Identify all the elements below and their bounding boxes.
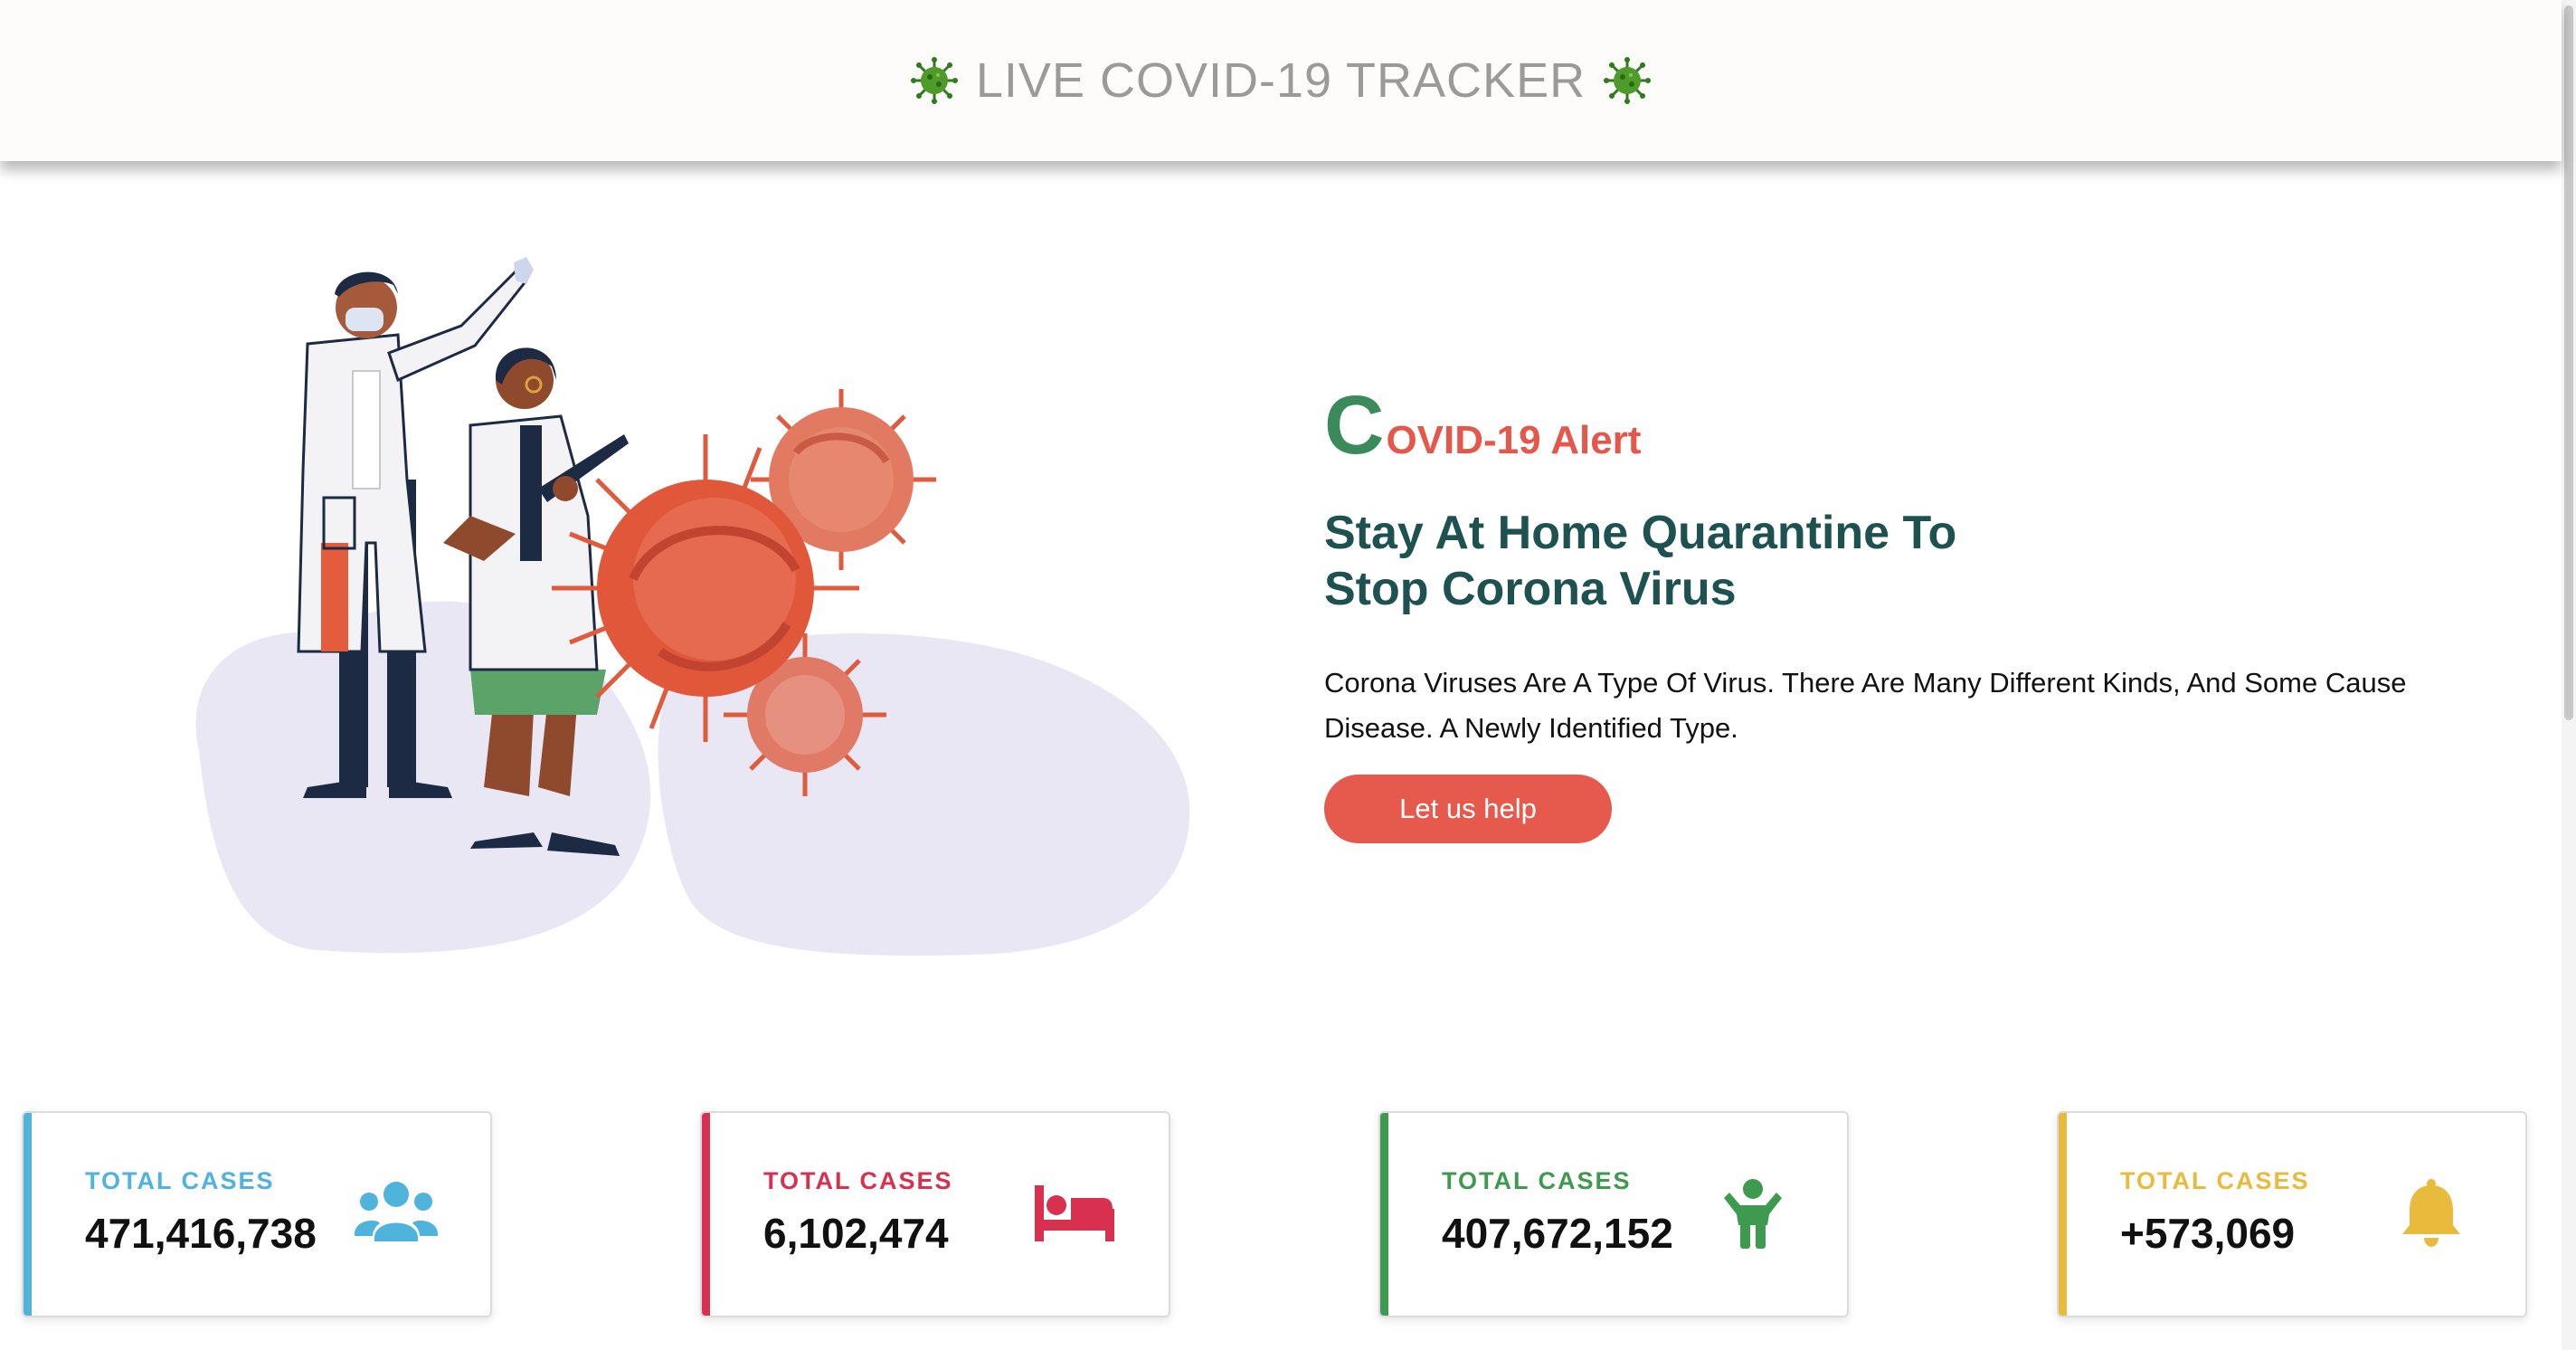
card-value: +573,069 [2120,1210,2296,1257]
stat-card-total-cases: TOTAL CASES +573,069 [2057,1111,2527,1317]
page-scrollbar[interactable] [2562,0,2576,1350]
stat-card-total-cases: TOTAL CASES 407,672,152 [1378,1111,1849,1317]
child-icon [1724,1179,1782,1249]
card-accent-bar [1380,1113,1388,1316]
virus-icon [1604,57,1652,104]
hero-headline: Stay At Home Quarantine To Stop Corona V… [1324,505,2102,617]
alert-text: OVID-19 Alert [1386,418,1642,462]
card-value: 6,102,474 [763,1210,949,1257]
card-label: TOTAL CASES [763,1167,953,1194]
doctors-and-virus-illustration [195,257,1190,956]
card-accent-bar [24,1113,32,1316]
card-value: 471,416,738 [85,1210,317,1257]
stat-card-total-cases: TOTAL CASES 6,102,474 [700,1111,1170,1317]
card-label: TOTAL CASES [2120,1167,2310,1194]
hero-description: Corona Viruses Are A Type Of Virus. Ther… [1324,667,2407,744]
app-title: LIVE COVID-19 TRACKER [975,53,1586,108]
bell-icon [2402,1179,2460,1247]
headline-line-2: Stop Corona Virus [1324,563,1737,615]
headline-line-1: Stay At Home Quarantine To [1324,507,1957,559]
stat-card-total-cases: TOTAL CASES 471,416,738 [22,1111,492,1317]
card-accent-bar [702,1113,710,1316]
virus-icon [910,57,958,104]
scrollbar-thumb[interactable] [2564,5,2573,720]
alert-initial: C [1324,379,1385,471]
card-label: TOTAL CASES [85,1167,275,1194]
card-label: TOTAL CASES [1442,1167,1632,1194]
users-icon [355,1182,438,1241]
hero-section: C OVID-19 Alert Stay At Home Quarantine … [1324,384,2410,843]
app-title-wrap: LIVE COVID-19 TRACKER [910,52,1652,109]
covid-alert-heading: C OVID-19 Alert [1324,384,2410,467]
card-value: 407,672,152 [1442,1210,1673,1257]
let-us-help-button[interactable]: Let us help [1324,775,1612,843]
bed-icon [1035,1185,1114,1241]
app-header: LIVE COVID-19 TRACKER [0,0,2562,161]
card-accent-bar [2059,1113,2067,1316]
